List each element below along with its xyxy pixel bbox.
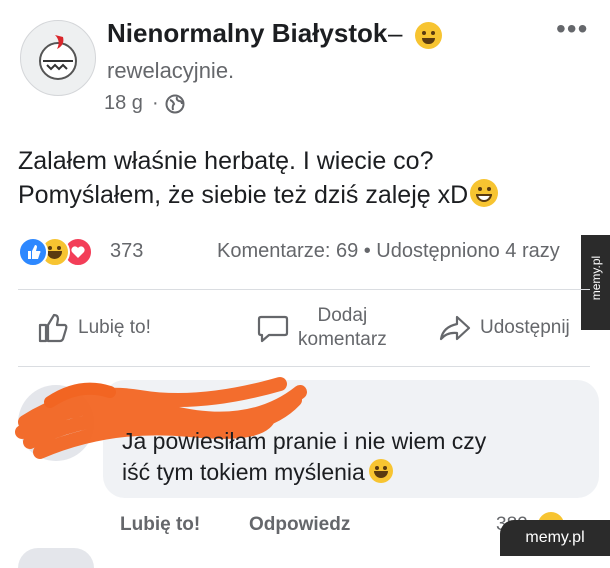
post-text-line-1: Zalałem właśnie herbatę. I wiecie co?	[18, 147, 434, 175]
post-timestamp[interactable]: 18 g	[104, 92, 143, 115]
memy-watermark-side: memy.pl	[581, 235, 610, 330]
feeling-separator: –	[388, 18, 403, 48]
comment-button-label-line-2: komentarz	[298, 329, 387, 350]
thumbs-up-icon	[38, 313, 68, 343]
watermark-side-text: memy.pl	[589, 255, 603, 301]
share-arrow-icon	[439, 315, 471, 341]
like-reaction-icon[interactable]	[18, 237, 48, 267]
share-button[interactable]: Udostępnij	[438, 300, 570, 356]
feeling-text: rewelacyjnie.	[107, 58, 235, 83]
comment-button-label-line-1: Dodaj	[317, 305, 368, 326]
globe-icon	[165, 94, 185, 114]
share-button-label: Udostępnij	[480, 317, 570, 338]
comment-text-line-1: Ja powiesiłam pranie i nie wiem czy	[122, 428, 487, 454]
memy-watermark-bottom: memy.pl	[500, 520, 610, 556]
comment-text-line-2: iść tym tokiem myślenia	[122, 459, 365, 485]
grinning-face-icon	[470, 179, 499, 207]
comments-shares-summary[interactable]: Komentarze: 69 • Udostępniono 4 razy	[217, 240, 587, 263]
meta-dot-separator: ·	[152, 92, 159, 114]
comment-bubble-icon	[257, 315, 289, 343]
comment-like-button[interactable]: Lubię to!	[120, 514, 200, 536]
post-text-line-2: Pomyślałem, że siebie też dziś zaleję xD	[18, 181, 469, 209]
divider-top	[18, 289, 590, 290]
more-options-button[interactable]: •••	[556, 15, 588, 43]
tears-of-joy-icon	[368, 459, 393, 483]
comment-button[interactable]: Dodaj komentarz	[256, 300, 387, 356]
like-button[interactable]: Lubię to!	[36, 300, 151, 356]
page-name[interactable]: Nienormalny Białystok	[107, 18, 387, 49]
comment-text: Ja powiesiłam pranie i nie wiem czy iść …	[122, 426, 486, 488]
post-body: Zalałem właśnie herbatę. I wiecie co? Po…	[18, 144, 499, 212]
comment-reply-button[interactable]: Odpowiedz	[249, 514, 350, 536]
divider-bottom	[18, 366, 590, 367]
reactions-count[interactable]: 373	[110, 240, 143, 263]
feeling-emoji-icon	[415, 22, 442, 49]
page-avatar[interactable]	[20, 20, 96, 96]
next-comment-avatar	[18, 548, 94, 568]
like-button-label: Lubię to!	[78, 317, 151, 338]
